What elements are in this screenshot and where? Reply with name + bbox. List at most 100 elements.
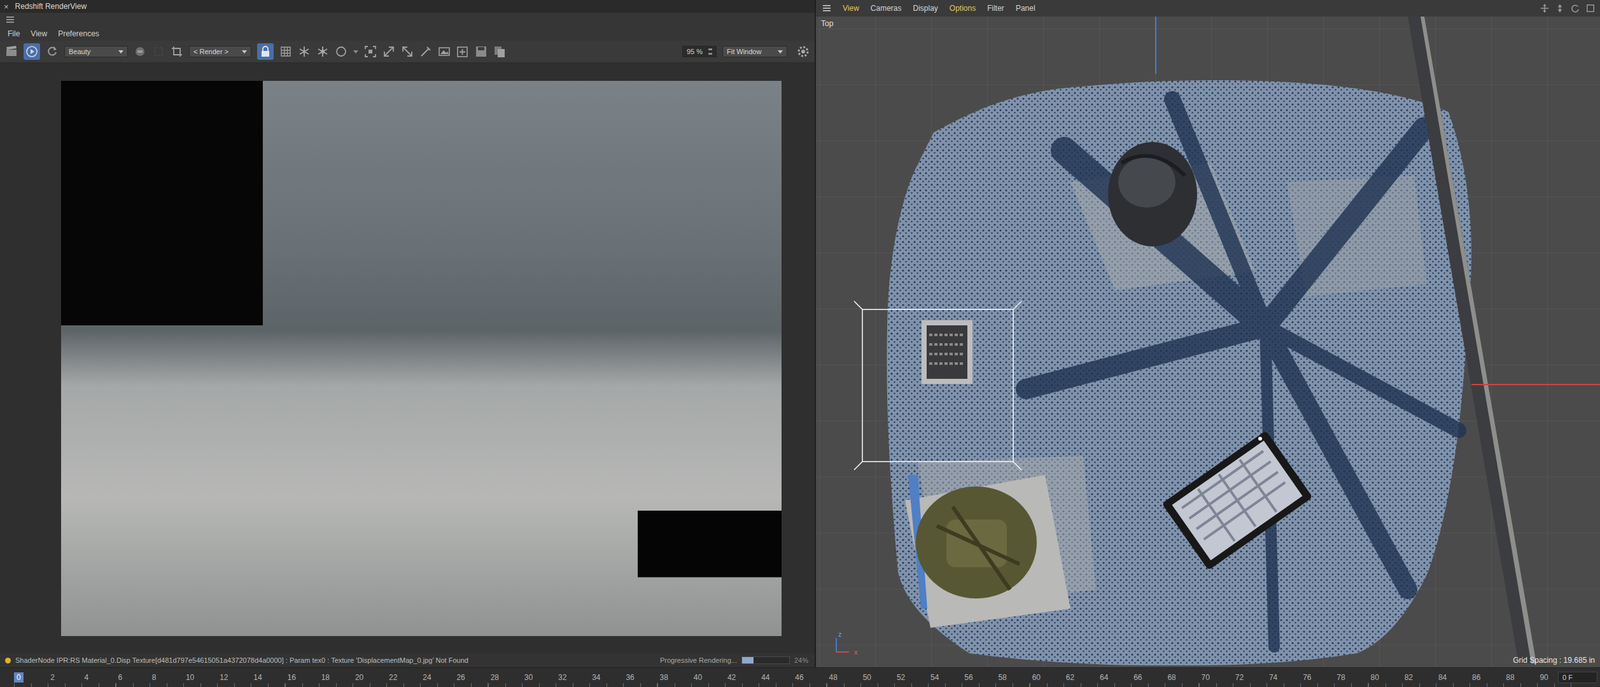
timeline-tick[interactable]: 2: [47, 667, 82, 687]
copy-icon[interactable]: [493, 45, 506, 58]
image-icon[interactable]: [437, 45, 451, 58]
aov-dropdown[interactable]: Beauty: [64, 45, 128, 58]
timeline-tick[interactable]: 72: [1232, 667, 1267, 687]
tick-label: 6: [115, 672, 126, 683]
viewport-canvas[interactable]: TopzxGrid Spacing : 19.685 in: [815, 16, 1600, 667]
expand-icon[interactable]: [382, 45, 396, 58]
crop-icon[interactable]: [170, 45, 184, 58]
black-bag[interactable]: [1108, 141, 1198, 247]
region-icon[interactable]: [152, 45, 165, 58]
scene-view[interactable]: [815, 16, 1600, 667]
timeline-tick[interactable]: 58: [995, 667, 1030, 687]
timeline-tick[interactable]: 68: [1164, 667, 1199, 687]
timeline-tick[interactable]: 88: [1503, 667, 1537, 687]
hamburger-icon[interactable]: [822, 4, 832, 13]
timeline-tick[interactable]: 18: [318, 667, 353, 687]
olive-backpack[interactable]: [915, 486, 1037, 599]
tick-label: 20: [352, 672, 366, 683]
axis-gizmo: zx: [833, 632, 864, 659]
timeline-tick[interactable]: 52: [894, 667, 928, 687]
snowflake-icon[interactable]: [297, 45, 311, 58]
timeline-tick[interactable]: 20: [352, 667, 387, 687]
close-button[interactable]: ×: [3, 1, 9, 12]
snowflake-compare-icon[interactable]: [316, 45, 330, 58]
timeline-tick[interactable]: 62: [1063, 667, 1098, 687]
save-icon[interactable]: [474, 45, 488, 58]
camera-dropdown[interactable]: < Render >: [189, 45, 252, 58]
timeline-tick[interactable]: 80: [1368, 667, 1403, 687]
timeline-ruler[interactable]: 0246810121416182022242628303234363840424…: [14, 667, 1553, 687]
timeline-tick[interactable]: 14: [250, 667, 285, 687]
timeline-tick[interactable]: 82: [1402, 667, 1436, 687]
scan-mesh[interactable]: [886, 80, 1472, 666]
timeline-tick[interactable]: 44: [758, 667, 793, 687]
viewport-menu-item[interactable]: Options: [949, 3, 976, 13]
dropdown-arrow-icon[interactable]: [353, 50, 359, 54]
refresh-icon[interactable]: [45, 45, 59, 58]
maximize-icon[interactable]: [1585, 3, 1595, 13]
zoom-icon[interactable]: [1555, 3, 1565, 13]
add-snapshot-icon[interactable]: [456, 45, 470, 58]
rotate-icon[interactable]: [1570, 3, 1580, 13]
menu-item[interactable]: Preferences: [57, 29, 100, 39]
move-icon[interactable]: [1540, 3, 1550, 13]
timeline-tick[interactable]: 34: [589, 667, 624, 687]
timeline-tick[interactable]: 32: [555, 667, 590, 687]
tablet[interactable]: [1161, 430, 1313, 571]
hamburger-icon[interactable]: [5, 15, 15, 24]
timeline-tick[interactable]: 6: [115, 667, 150, 687]
timeline-tick[interactable]: 26: [453, 667, 488, 687]
timeline-tick[interactable]: 78: [1333, 667, 1368, 687]
timeline-tick[interactable]: 54: [927, 667, 962, 687]
ipr-button[interactable]: [23, 43, 41, 60]
zoom-field[interactable]: 95 %: [682, 45, 717, 58]
current-frame-field[interactable]: 0 F: [1557, 671, 1598, 683]
tick-label: 80: [1368, 672, 1382, 683]
timeline-tick[interactable]: 22: [386, 667, 421, 687]
viewport-menu-item[interactable]: Cameras: [870, 3, 902, 13]
circle-icon[interactable]: [334, 45, 348, 58]
paint-icon[interactable]: [419, 45, 433, 58]
timeline-tick[interactable]: 60: [1029, 667, 1064, 687]
timeline-tick[interactable]: 4: [81, 667, 116, 687]
timeline-tick[interactable]: 42: [724, 667, 759, 687]
viewport-menu-item[interactable]: Filter: [987, 3, 1005, 13]
selection-box[interactable]: [854, 301, 1022, 470]
typewriter-device[interactable]: [921, 320, 973, 384]
gear-icon[interactable]: [796, 45, 810, 58]
clapper-icon[interactable]: [5, 45, 18, 58]
timeline-tick[interactable]: 86: [1469, 667, 1504, 687]
timeline-tick[interactable]: 64: [1097, 667, 1131, 687]
timeline-tick[interactable]: 76: [1300, 667, 1334, 687]
lock-button[interactable]: [257, 43, 274, 60]
timeline-tick[interactable]: 38: [657, 667, 692, 687]
frame-icon[interactable]: [364, 45, 377, 58]
menu-item[interactable]: View: [30, 29, 48, 39]
timeline-tick[interactable]: 70: [1199, 667, 1233, 687]
timeline-tick[interactable]: 74: [1266, 667, 1301, 687]
timeline-tick[interactable]: 50: [860, 667, 895, 687]
fit-icon[interactable]: [400, 45, 414, 58]
timeline-tick[interactable]: 24: [420, 667, 454, 687]
timeline-tick[interactable]: 56: [961, 667, 996, 687]
timeline-tick[interactable]: 12: [217, 667, 251, 687]
timeline-tick[interactable]: 84: [1435, 667, 1470, 687]
viewport-menu-item[interactable]: View: [842, 3, 860, 13]
timeline-tick[interactable]: 28: [488, 667, 522, 687]
timeline-tick[interactable]: 30: [521, 667, 556, 687]
timeline-tick[interactable]: 36: [623, 667, 657, 687]
timeline-tick[interactable]: 46: [792, 667, 827, 687]
grid-icon[interactable]: [279, 45, 293, 58]
channel-icon[interactable]: [133, 45, 147, 58]
menu-item[interactable]: File: [7, 29, 20, 39]
timeline-tick[interactable]: 40: [691, 667, 725, 687]
timeline-tick[interactable]: 0: [14, 667, 48, 687]
timeline-tick[interactable]: 66: [1130, 667, 1165, 687]
timeline-tick[interactable]: 48: [826, 667, 861, 687]
fit-dropdown[interactable]: Fit Window: [722, 45, 788, 58]
timeline-tick[interactable]: 8: [149, 667, 184, 687]
timeline-tick[interactable]: 16: [285, 667, 319, 687]
timeline-tick[interactable]: 10: [183, 667, 218, 687]
viewport-menu-item[interactable]: Panel: [1015, 3, 1036, 13]
viewport-menu-item[interactable]: Display: [912, 3, 938, 13]
